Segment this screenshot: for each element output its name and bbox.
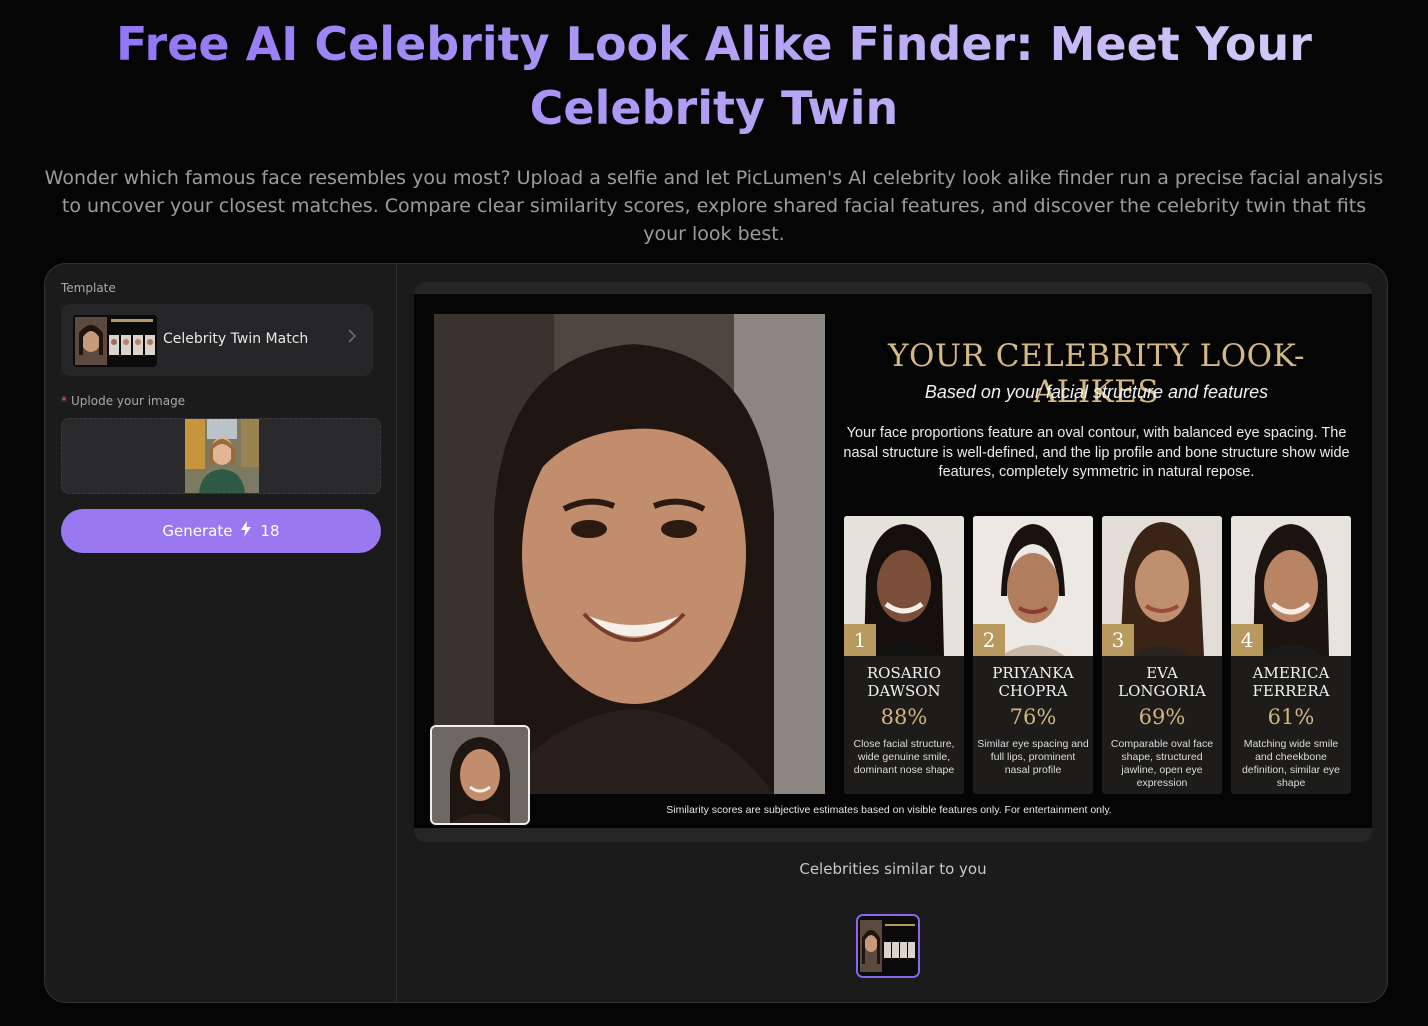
celebrity-rank: 4 <box>1231 624 1263 656</box>
celebrity-card: 2 PRIYANKA CHOPRA 76% Similar eye spacin… <box>973 516 1093 794</box>
page-title: Free AI Celebrity Look Alike Finder: Mee… <box>40 12 1388 140</box>
similarity-description: Comparable oval face shape, structured j… <box>1110 738 1214 789</box>
template-selector[interactable]: Celebrity Twin Match <box>61 304 373 376</box>
result-area: YOUR CELEBRITY LOOK-ALIKES Based on your… <box>398 264 1387 1002</box>
disclaimer-text: Similarity scores are subjective estimat… <box>666 804 1112 816</box>
similarity-score: 88% <box>880 705 928 729</box>
settings-sidebar: Template Celebrity Twin Match * Uplode y… <box>45 264 397 1002</box>
similarity-score: 69% <box>1138 705 1186 729</box>
generate-label: Generate <box>162 522 233 540</box>
similarity-score: 76% <box>1009 705 1057 729</box>
celebrity-name: PRIYANKA CHOPRA <box>992 664 1074 700</box>
celebrity-name: EVA LONGORIA <box>1118 664 1206 700</box>
upload-label-text: Uplode your image <box>71 394 186 408</box>
template-thumbnail <box>73 315 157 367</box>
result-preview[interactable]: YOUR CELEBRITY LOOK-ALIKES Based on your… <box>414 282 1372 842</box>
chevron-right-icon <box>347 328 357 348</box>
credit-count: 18 <box>260 522 280 540</box>
celebrity-rank: 1 <box>844 624 876 656</box>
celebrity-rank: 2 <box>973 624 1005 656</box>
poster-subtitle: Based on your facial structure and featu… <box>924 382 1269 402</box>
page-description: Wonder which famous face resembles you m… <box>44 167 1384 245</box>
similarity-description: Similar eye spacing and full lips, promi… <box>977 738 1089 776</box>
uploaded-image-thumbnail[interactable] <box>185 419 259 493</box>
similarity-score: 61% <box>1267 705 1315 729</box>
look-alike-poster: YOUR CELEBRITY LOOK-ALIKES Based on your… <box>414 294 1372 828</box>
user-portrait-inset <box>430 725 530 825</box>
upload-label: * Uplode your image <box>61 394 185 408</box>
generate-button[interactable]: Generate 18 <box>61 509 381 553</box>
celebrity-card: 3 EVA LONGORIA 69% Comparable oval face … <box>1102 516 1222 794</box>
user-portrait <box>434 314 825 794</box>
results-caption: Celebrities similar to you <box>799 860 987 878</box>
facial-analysis-text: Your face proportions feature an oval co… <box>843 425 1350 480</box>
template-label: Template <box>61 281 116 295</box>
celebrity-card: 1 ROSARIO DAWSON 88% Close facial struct… <box>844 516 964 794</box>
similarity-description: Close facial structure, wide genuine smi… <box>853 738 955 776</box>
required-mark: * <box>61 394 67 408</box>
similarity-description: Matching wide smile and cheekbone defini… <box>1241 738 1341 789</box>
celebrity-name: AMERICA FERRERA <box>1252 664 1330 700</box>
template-name: Celebrity Twin Match <box>163 331 309 347</box>
image-upload-area[interactable] <box>61 418 381 494</box>
result-thumbnail[interactable] <box>856 914 920 978</box>
celebrity-card: 4 AMERICA FERRERA 61% Matching wide smil… <box>1231 516 1351 794</box>
generator-panel: Template Celebrity Twin Match * Uplode y… <box>44 263 1388 1003</box>
celebrity-name: ROSARIO DAWSON <box>866 664 942 700</box>
celebrity-rank: 3 <box>1102 624 1134 656</box>
lightning-icon <box>240 521 252 541</box>
